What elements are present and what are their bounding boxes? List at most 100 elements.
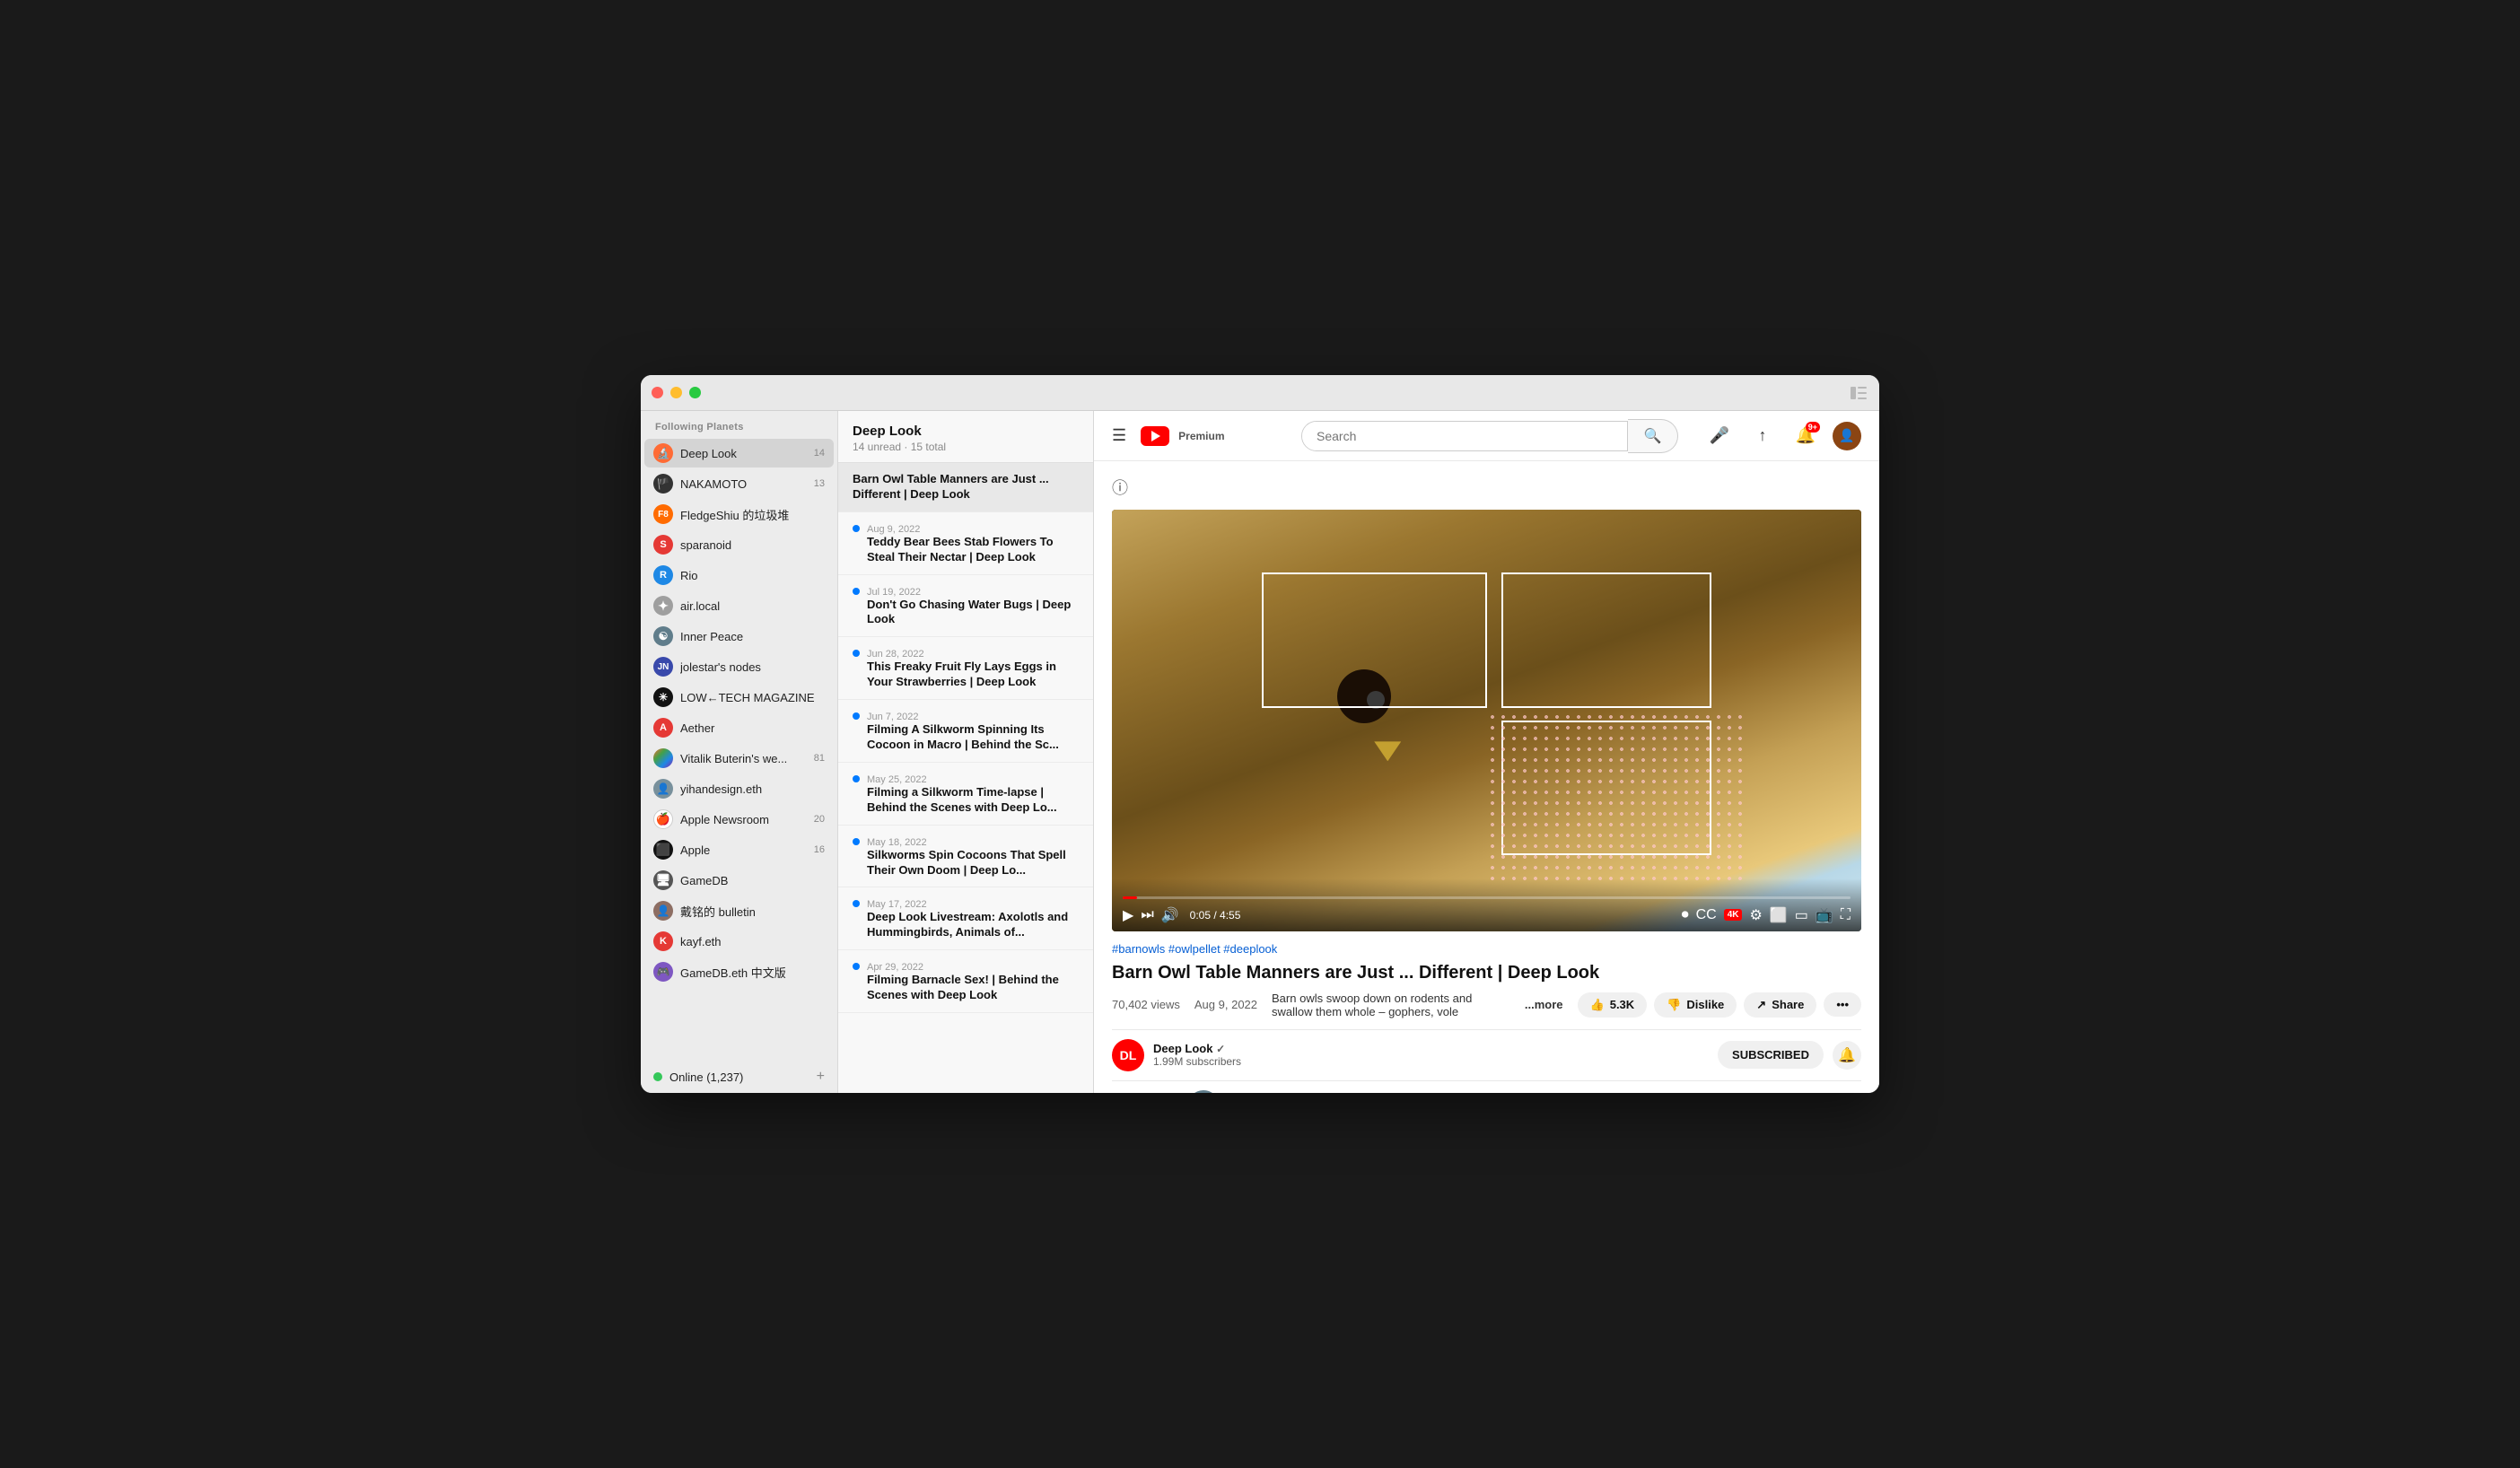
sidebar-item-kayf[interactable]: K kayf.eth: [644, 927, 834, 956]
theater-button[interactable]: ▭: [1795, 906, 1808, 924]
sidebar-label-apple-newsroom: Apple Newsroom: [680, 813, 807, 826]
notifications-button[interactable]: 🔔 9+: [1789, 420, 1822, 452]
sidebar-item-yihan[interactable]: 👤 yihandesign.eth: [644, 774, 834, 803]
feed-item-5[interactable]: May 25, 2022 Filming a Silkworm Time-lap…: [838, 763, 1093, 826]
microphone-button[interactable]: 🎤: [1703, 420, 1736, 452]
sidebar-item-apple[interactable]: ⬛ Apple 16: [644, 835, 834, 864]
sidebar-item-aether[interactable]: A Aether: [644, 713, 834, 742]
feed-item-8-title: Filming Barnacle Sex! | Behind the Scene…: [867, 973, 1079, 1003]
settings-button[interactable]: ⚙: [1749, 906, 1762, 924]
sidebar-item-sparanoid[interactable]: S sparanoid: [644, 530, 834, 559]
maximize-button[interactable]: [689, 387, 701, 398]
channel-subscribers: 1.99M subscribers: [1153, 1055, 1709, 1068]
sidebar-item-fledgeshiu[interactable]: F8 FledgeShiu 的垃圾堆: [644, 500, 834, 529]
title-bar: [641, 375, 1879, 411]
like-button[interactable]: 👍 5.3K: [1578, 992, 1648, 1018]
autoplay-button[interactable]: ⏺: [1682, 907, 1689, 923]
dislike-label: Dislike: [1686, 998, 1724, 1011]
sidebar-item-gamedb-cn[interactable]: 🎮 GameDB.eth 中文版: [644, 957, 834, 986]
sidebar-label-aether: Aether: [680, 721, 818, 735]
miniplayer-button[interactable]: ⬜: [1770, 906, 1788, 924]
search-button[interactable]: 🔍: [1628, 419, 1678, 453]
current-time: 0:05: [1190, 909, 1211, 922]
unread-indicator-3: [853, 650, 860, 657]
subscribe-button[interactable]: SUBSCRIBED: [1718, 1041, 1824, 1069]
feed-item-2[interactable]: Jul 19, 2022 Don't Go Chasing Water Bugs…: [838, 575, 1093, 638]
sidebar-item-lowtech[interactable]: ✳ LOW←TECH MAGAZINE: [644, 683, 834, 712]
play-button[interactable]: ▶: [1123, 906, 1133, 924]
sidebar-item-deep-look[interactable]: 🔬 Deep Look 14: [644, 439, 834, 467]
dislike-button[interactable]: 👎 Dislike: [1654, 992, 1737, 1018]
sidebar-item-nakamoto[interactable]: 🏴 NAKAMOTO 13: [644, 469, 834, 498]
dotted-overlay: [1487, 712, 1749, 880]
youtube-logo[interactable]: Premium: [1141, 426, 1224, 446]
sidebar-label-rio: Rio: [680, 569, 818, 582]
share-button[interactable]: ↗ Share: [1744, 992, 1816, 1018]
feed-item-4[interactable]: Jun 7, 2022 Filming A Silkworm Spinning …: [838, 700, 1093, 763]
volume-button[interactable]: 🔊: [1161, 906, 1179, 924]
cast-button[interactable]: 📺: [1816, 906, 1833, 924]
captions-button[interactable]: CC: [1696, 907, 1717, 923]
sidebar-item-airlocal[interactable]: ✦ air.local: [644, 591, 834, 620]
sidebar-item-rio[interactable]: R Rio: [644, 561, 834, 590]
channel-row: DL Deep Look ✓ 1.99M subscribers SUBSCRI…: [1112, 1029, 1861, 1081]
sidebar-item-inner-peace[interactable]: ☯ Inner Peace: [644, 622, 834, 651]
progress-bar[interactable]: [1123, 896, 1851, 899]
menu-icon[interactable]: ☰: [1112, 426, 1126, 445]
feed-item-6-date: May 18, 2022: [867, 837, 1079, 848]
close-button[interactable]: [652, 387, 663, 398]
feed-item-7[interactable]: May 17, 2022 Deep Look Livestream: Axolo…: [838, 887, 1093, 950]
video-title: Barn Owl Table Manners are Just ... Diff…: [1112, 961, 1861, 984]
search-input[interactable]: [1302, 422, 1627, 450]
feed-item-1-date: Aug 9, 2022: [867, 524, 1079, 535]
feed-item-selected[interactable]: Barn Owl Table Manners are Just ... Diff…: [838, 463, 1093, 512]
progress-fill: [1123, 896, 1137, 899]
quality-badge: 4K: [1724, 909, 1743, 921]
sidebar-item-gamedb[interactable]: 🖥 GameDB: [644, 866, 834, 895]
feed-item-1[interactable]: Aug 9, 2022 Teddy Bear Bees Stab Flowers…: [838, 512, 1093, 575]
info-icon[interactable]: ⓘ: [1112, 476, 1861, 499]
unread-indicator-4: [853, 712, 860, 720]
video-description: Barn owls swoop down on rodents and swal…: [1272, 992, 1510, 1018]
online-indicator: [653, 1072, 662, 1081]
feed-item-6[interactable]: May 18, 2022 Silkworms Spin Cocoons That…: [838, 826, 1093, 888]
online-plus-button[interactable]: +: [817, 1069, 825, 1085]
sidebar-item-vitalik[interactable]: Vitalik Buterin's we... 81: [644, 744, 834, 773]
feed-list: Barn Owl Table Manners are Just ... Diff…: [838, 463, 1093, 1093]
right-panel: ☰ Premium 🔍 🎤 ↑: [1094, 411, 1879, 1093]
sidebar-item-jolestar[interactable]: JN jolestar's nodes: [644, 652, 834, 681]
sidebar-badge-apple: 16: [814, 844, 825, 855]
feed-item-8-date: Apr 29, 2022: [867, 962, 1079, 973]
sidebar-section-title: Following Planets: [641, 411, 837, 438]
sidebar-avatar-apple: ⬛: [653, 840, 673, 860]
feed-item-8[interactable]: Apr 29, 2022 Filming Barnacle Sex! | Beh…: [838, 950, 1093, 1013]
sidebar-item-daiming[interactable]: 👤 戴铭的 bulletin: [644, 896, 834, 925]
online-label: Online (1,237): [669, 1070, 809, 1084]
sidebar-label-fledgeshiu: FledgeShiu 的垃圾堆: [680, 506, 818, 523]
sidebar-avatar-daiming: 👤: [653, 901, 673, 921]
feed-item-3[interactable]: Jun 28, 2022 This Freaky Fruit Fly Lays …: [838, 637, 1093, 700]
feed-item-3-date: Jun 28, 2022: [867, 649, 1079, 660]
fullscreen-button[interactable]: ⛶: [1841, 907, 1851, 923]
sidebar-toggle-icon[interactable]: [1849, 383, 1868, 403]
unread-indicator-6: [853, 838, 860, 845]
sidebar-avatar-fledgeshiu: F8: [653, 504, 673, 524]
video-more-button[interactable]: ...more: [1525, 998, 1563, 1011]
minimize-button[interactable]: [670, 387, 682, 398]
channel-info: Deep Look ✓ 1.99M subscribers: [1153, 1042, 1709, 1068]
sidebar-label-daiming: 戴铭的 bulletin: [680, 903, 818, 920]
notification-bell-button[interactable]: 🔔: [1833, 1041, 1861, 1070]
sidebar-avatar-nakamoto: 🏴: [653, 474, 673, 494]
sidebar-item-apple-newsroom[interactable]: 🍎 Apple Newsroom 20: [644, 805, 834, 834]
video-player[interactable]: ▶ ⏭ 🔊 0:05 / 4:55 ⏺ CC: [1112, 510, 1861, 931]
skip-button[interactable]: ⏭: [1141, 907, 1153, 923]
search-box: [1301, 421, 1628, 451]
youtube-header: ☰ Premium 🔍 🎤 ↑: [1094, 411, 1879, 461]
sidebar-avatar-gamedb-cn: 🎮: [653, 962, 673, 982]
more-options-button[interactable]: •••: [1824, 992, 1861, 1017]
sidebar-label-deep-look: Deep Look: [680, 447, 807, 460]
upload-button[interactable]: ↑: [1746, 420, 1779, 452]
user-avatar[interactable]: 👤: [1833, 422, 1861, 450]
share-icon: ↗: [1756, 998, 1766, 1012]
sidebar-label-jolestar: jolestar's nodes: [680, 660, 818, 674]
